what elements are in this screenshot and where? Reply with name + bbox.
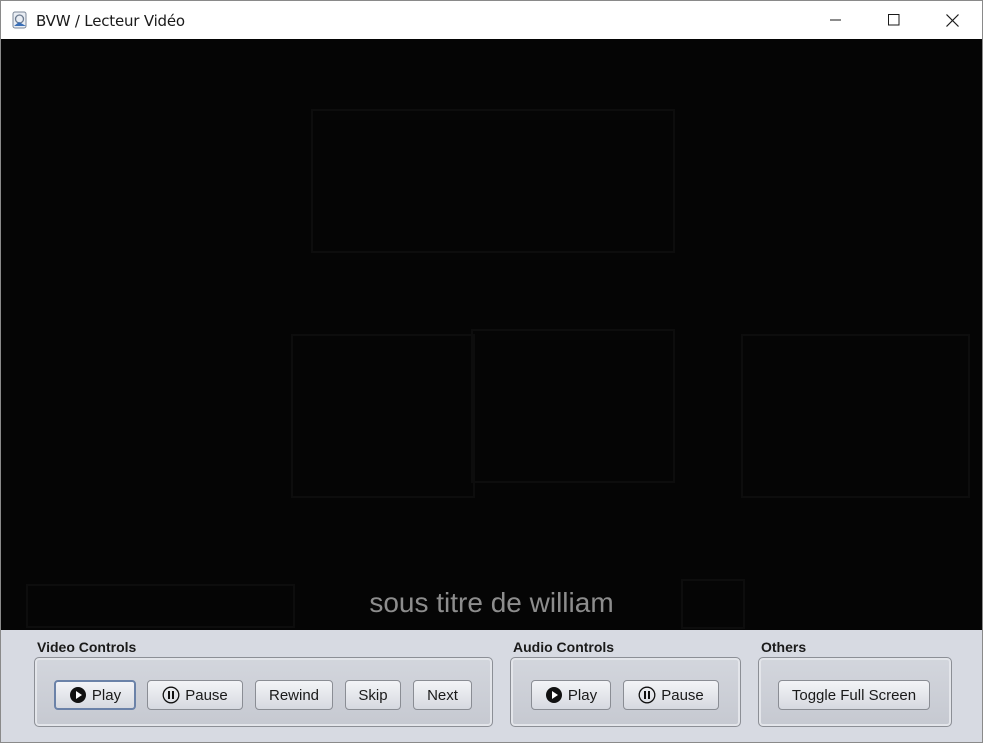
toggle-fullscreen-label: Toggle Full Screen bbox=[791, 686, 917, 704]
app-icon bbox=[12, 11, 27, 29]
video-player-window: BVW / Lecteur Vidéo sous titre de willia… bbox=[0, 0, 983, 743]
minimize-button[interactable] bbox=[807, 1, 865, 39]
skip-label: Skip bbox=[358, 686, 388, 704]
video-play-button[interactable]: Play bbox=[54, 680, 136, 710]
next-label: Next bbox=[427, 686, 458, 704]
toggle-fullscreen-button[interactable]: Toggle Full Screen bbox=[778, 680, 930, 710]
video-controls-title: Video Controls bbox=[37, 639, 137, 655]
audio-controls-title: Audio Controls bbox=[513, 639, 615, 655]
controls-panel: Video Controls Play Pause Rewind Skip Ne… bbox=[1, 630, 982, 742]
close-icon bbox=[945, 13, 959, 27]
maximize-button[interactable] bbox=[865, 1, 923, 39]
audio-play-button[interactable]: Play bbox=[531, 680, 611, 710]
rewind-button[interactable]: Rewind bbox=[255, 680, 333, 710]
audio-pause-label: Pause bbox=[661, 686, 704, 704]
play-icon bbox=[69, 687, 86, 703]
close-button[interactable] bbox=[923, 1, 981, 39]
video-frame-shape bbox=[311, 109, 675, 253]
subtitle-text: sous titre de william bbox=[369, 587, 614, 618]
rewind-label: Rewind bbox=[268, 686, 320, 704]
video-display[interactable]: sous titre de william bbox=[1, 39, 982, 630]
video-frame-shape bbox=[741, 334, 970, 498]
video-frame-shape bbox=[291, 334, 475, 498]
video-play-label: Play bbox=[91, 686, 122, 704]
audio-play-label: Play bbox=[567, 686, 598, 704]
audio-pause-button[interactable]: Pause bbox=[623, 680, 719, 710]
next-button[interactable]: Next bbox=[413, 680, 472, 710]
play-icon bbox=[545, 687, 562, 703]
pause-icon bbox=[638, 686, 656, 704]
others-title: Others bbox=[761, 639, 807, 655]
video-pause-button[interactable]: Pause bbox=[147, 680, 243, 710]
minimize-icon bbox=[830, 19, 841, 21]
window-title: BVW / Lecteur Vidéo bbox=[36, 12, 185, 30]
title-bar[interactable]: BVW / Lecteur Vidéo bbox=[1, 1, 982, 39]
skip-button[interactable]: Skip bbox=[345, 680, 401, 710]
video-frame-shape bbox=[471, 329, 675, 483]
pause-icon bbox=[162, 686, 180, 704]
maximize-icon bbox=[888, 14, 900, 26]
video-pause-label: Pause bbox=[185, 686, 228, 704]
